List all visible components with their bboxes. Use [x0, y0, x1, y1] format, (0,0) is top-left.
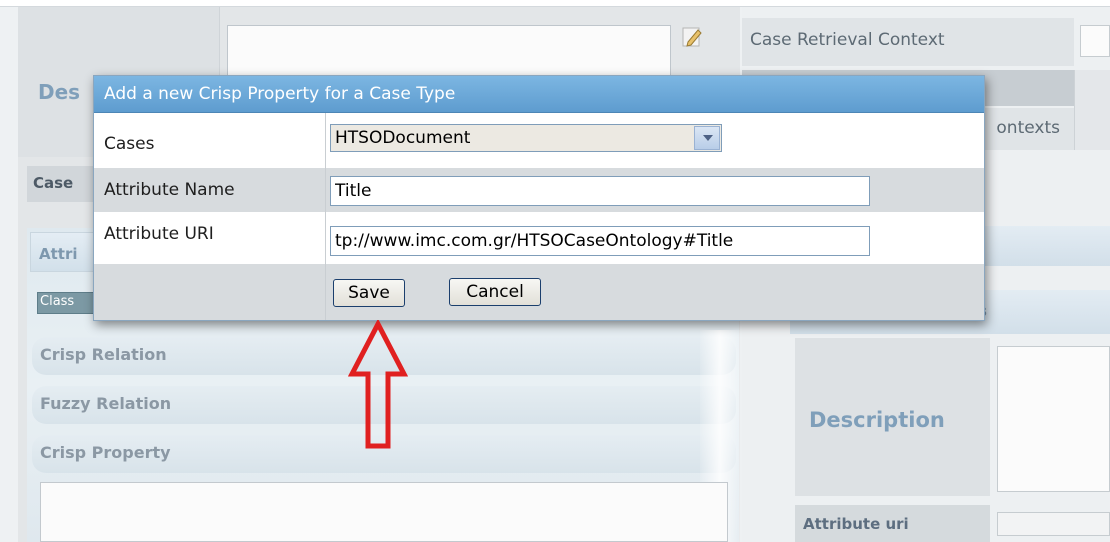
class-item-label: Class — [40, 294, 75, 309]
right-column-cell — [1074, 70, 1110, 150]
dialog-title-bar[interactable]: Add a new Crisp Property for a Case Type — [94, 76, 984, 113]
cases-selected-value: HTSODocument — [335, 128, 471, 148]
contexts-label: ontexts — [996, 118, 1060, 138]
accordion-header-label: Attri — [39, 245, 78, 263]
save-button[interactable]: Save — [333, 279, 405, 307]
accordion-item-label: Crisp Relation — [40, 345, 167, 364]
right-description-heading: Description — [809, 408, 945, 432]
case-retrieval-context-row: Case Retrieval Context — [742, 18, 1074, 66]
case-label-cell: Case — [27, 166, 93, 202]
lower-textarea[interactable] — [40, 482, 728, 542]
attribute-uri-label: Attribute uri — [803, 515, 909, 533]
buttons-row: Save Cancel — [94, 264, 984, 320]
description-textarea[interactable] — [227, 25, 671, 79]
attribute-name-input[interactable] — [330, 176, 870, 206]
attribute-uri-row: Attribute URI — [94, 212, 984, 264]
cases-label-cell: Cases — [94, 113, 325, 168]
cases-row: Cases HTSODocument — [94, 113, 984, 168]
right-description-cell: Description — [795, 338, 990, 496]
edit-icon[interactable] — [680, 25, 704, 49]
buttons-value-cell — [325, 264, 984, 320]
case-retrieval-context-label: Case Retrieval Context — [750, 30, 945, 50]
description-heading: Des — [38, 80, 81, 104]
attribute-uri-input[interactable] — [997, 512, 1110, 536]
top-strip — [0, 0, 1110, 7]
attribute-name-label: Attribute Name — [104, 180, 235, 200]
cancel-button[interactable]: Cancel — [449, 278, 541, 306]
cases-label: Cases — [104, 134, 155, 154]
class-item[interactable]: Class — [37, 292, 97, 314]
accordion-item-label: Crisp Property — [40, 443, 171, 462]
attribute-name-label-cell: Attribute Name — [94, 168, 325, 212]
attribute-name-row: Attribute Name — [94, 168, 984, 212]
buttons-label-cell — [94, 264, 325, 320]
dropdown-arrow-icon[interactable] — [694, 126, 720, 150]
attribute-uri-label-cell: Attribute URI — [94, 212, 325, 264]
attribute-uri-cell: Attribute uri — [795, 505, 990, 542]
dialog-title: Add a new Crisp Property for a Case Type — [104, 84, 456, 104]
annotation-up-arrow-icon — [348, 320, 408, 449]
accordion-item-label: Fuzzy Relation — [40, 394, 172, 413]
add-crisp-property-dialog: Add a new Crisp Property for a Case Type… — [93, 75, 985, 321]
attribute-uri-label: Attribute URI — [104, 224, 214, 244]
case-label: Case — [33, 174, 74, 192]
cases-select[interactable]: HTSODocument — [330, 124, 722, 152]
right-description-textarea[interactable] — [997, 346, 1110, 492]
case-retrieval-context-input[interactable] — [1080, 25, 1110, 57]
attribute-uri-input[interactable] — [330, 226, 870, 256]
